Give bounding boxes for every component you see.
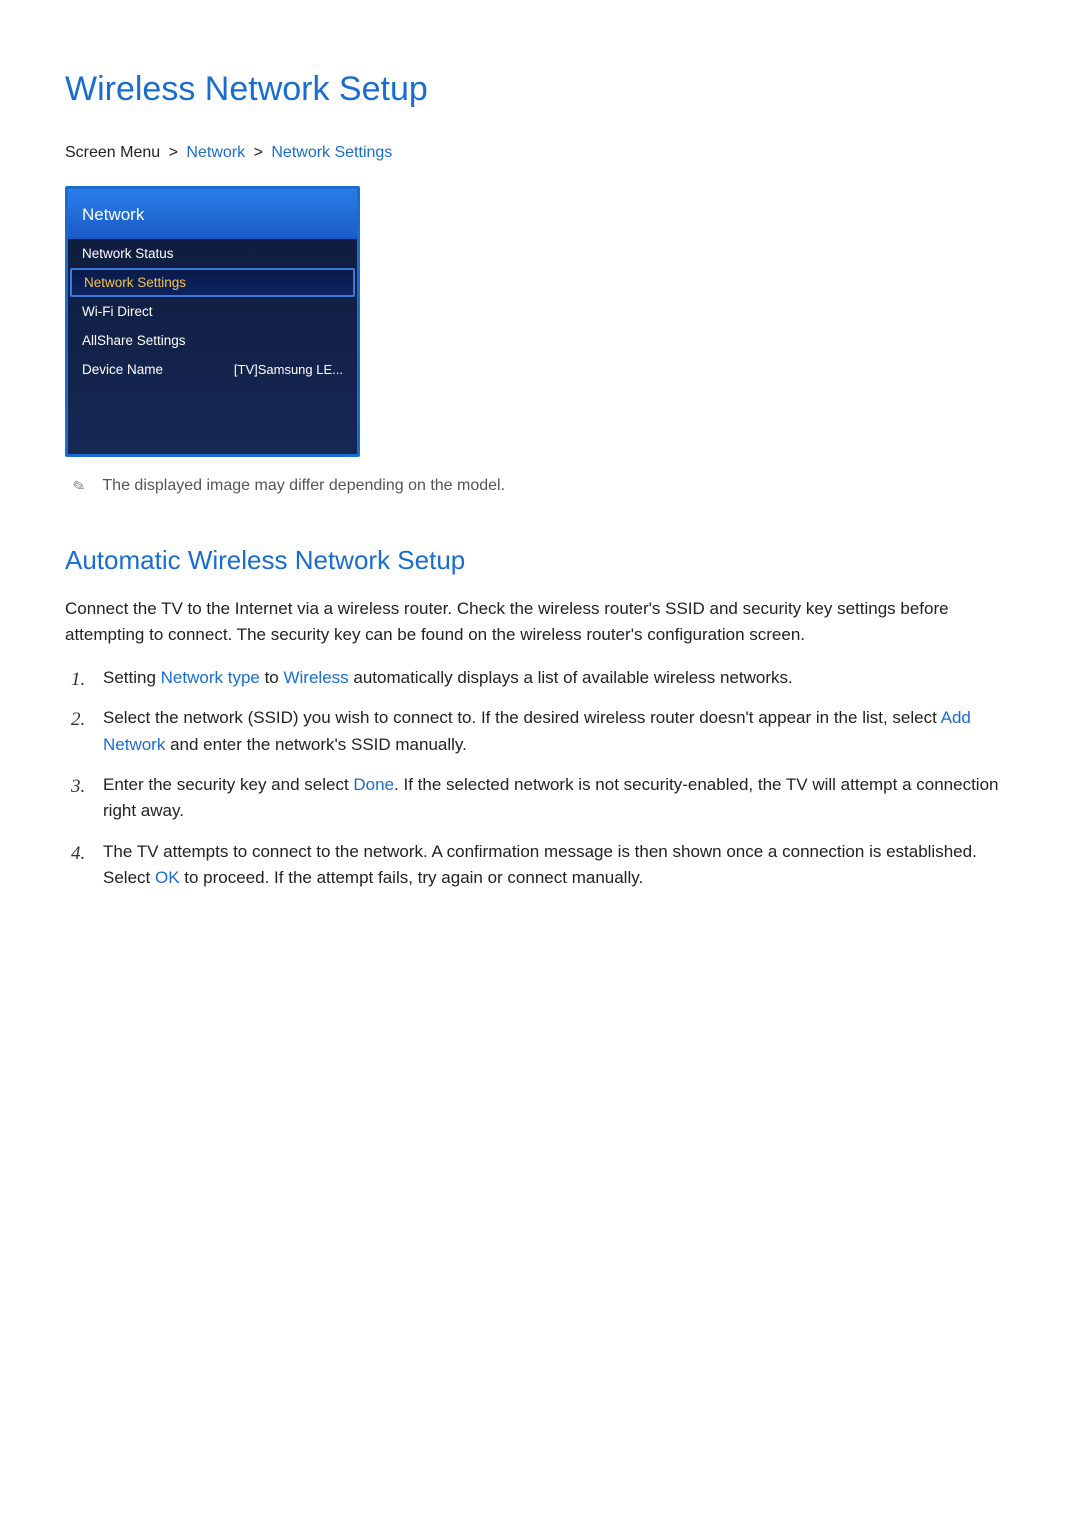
tv-menu-item-label: Wi-Fi Direct xyxy=(82,304,153,319)
breadcrumb-sep-2: > xyxy=(254,144,263,161)
tv-menu-item-allshare-settings[interactable]: AllShare Settings xyxy=(68,326,357,355)
step-text: Enter the security key and select xyxy=(103,775,353,794)
step-text: Setting xyxy=(103,668,161,687)
tv-menu-header: Network xyxy=(68,189,357,239)
step-text: automatically displays a list of availab… xyxy=(349,668,793,687)
step-2: Select the network (SSID) you wish to co… xyxy=(65,705,1015,758)
pencil-icon: ✎ xyxy=(68,475,87,498)
tv-menu-item-network-settings[interactable]: Network Settings xyxy=(70,268,355,297)
step-1: Setting Network type to Wireless automat… xyxy=(65,665,1015,691)
step-highlight: Network type xyxy=(161,668,260,687)
note-row: ✎ The displayed image may differ dependi… xyxy=(65,477,1015,497)
tv-menu-item-label: Network Settings xyxy=(84,275,186,290)
step-text: Select the network (SSID) you wish to co… xyxy=(103,708,941,727)
tv-menu-item-label: Network Status xyxy=(82,246,174,261)
tv-menu-item-device-name[interactable]: Device Name [TV]Samsung LE... xyxy=(68,355,357,384)
tv-menu-item-label: AllShare Settings xyxy=(82,333,186,348)
tv-menu-spacer xyxy=(68,384,357,454)
steps-list: Setting Network type to Wireless automat… xyxy=(65,665,1015,891)
step-3: Enter the security key and select Done. … xyxy=(65,772,1015,825)
breadcrumb: Screen Menu > Network > Network Settings xyxy=(65,144,1015,162)
step-highlight: Wireless xyxy=(283,668,348,687)
step-text: to proceed. If the attempt fails, try ag… xyxy=(180,868,644,887)
page-title: Wireless Network Setup xyxy=(65,70,1015,109)
tv-menu-panel: Network Network Status Network Settings … xyxy=(65,186,360,457)
breadcrumb-network: Network xyxy=(186,144,245,161)
step-highlight: OK xyxy=(155,868,180,887)
step-text: and enter the network's SSID manually. xyxy=(165,735,467,754)
breadcrumb-sep-1: > xyxy=(169,144,178,161)
step-highlight: Done xyxy=(353,775,394,794)
tv-menu-item-wifi-direct[interactable]: Wi-Fi Direct xyxy=(68,297,357,326)
tv-menu-item-label: Device Name xyxy=(82,362,163,377)
breadcrumb-prefix: Screen Menu xyxy=(65,144,160,161)
tv-menu-item-network-status[interactable]: Network Status xyxy=(68,239,357,268)
intro-paragraph: Connect the TV to the Internet via a wir… xyxy=(65,596,1015,647)
tv-menu-item-value: [TV]Samsung LE... xyxy=(234,362,343,377)
note-text: The displayed image may differ depending… xyxy=(102,477,505,495)
step-4: The TV attempts to connect to the networ… xyxy=(65,839,1015,892)
breadcrumb-network-settings: Network Settings xyxy=(271,144,392,161)
section-title: Automatic Wireless Network Setup xyxy=(65,545,1015,576)
step-text: to xyxy=(260,668,284,687)
